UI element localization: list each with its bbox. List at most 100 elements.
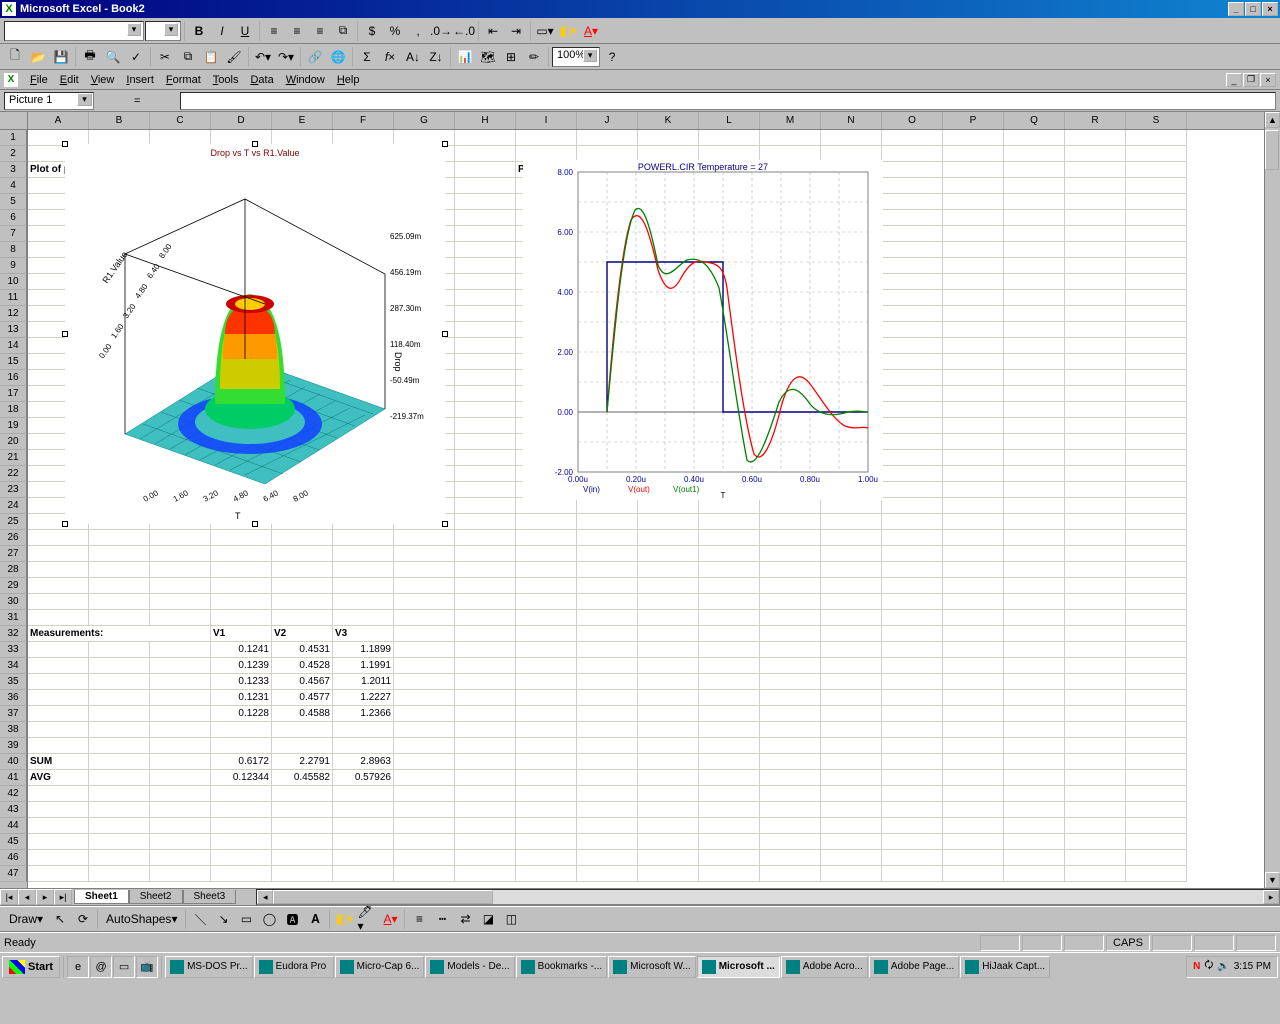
cell-O36[interactable] — [882, 690, 943, 706]
cell-Q37[interactable] — [1004, 706, 1065, 722]
cell-H16[interactable] — [455, 370, 516, 386]
cell-B38[interactable] — [89, 722, 150, 738]
cell-K40[interactable] — [638, 754, 699, 770]
bold-button[interactable]: B — [188, 20, 210, 42]
cell-O47[interactable] — [882, 866, 943, 882]
cell-K45[interactable] — [638, 834, 699, 850]
cell-K29[interactable] — [638, 578, 699, 594]
cell-M35[interactable] — [760, 674, 821, 690]
cell-I34[interactable] — [516, 658, 577, 674]
cell-Q4[interactable] — [1004, 178, 1065, 194]
cell-S22[interactable] — [1126, 466, 1187, 482]
cell-O12[interactable] — [882, 306, 943, 322]
cell-S3[interactable] — [1126, 162, 1187, 178]
cell-R12[interactable] — [1065, 306, 1126, 322]
cell-A40[interactable]: SUM — [28, 754, 89, 770]
cell-Q34[interactable] — [1004, 658, 1065, 674]
cell-M31[interactable] — [760, 610, 821, 626]
cell-E45[interactable] — [272, 834, 333, 850]
cell-S16[interactable] — [1126, 370, 1187, 386]
cell-O2[interactable] — [882, 146, 943, 162]
cell-K27[interactable] — [638, 546, 699, 562]
cell-L36[interactable] — [699, 690, 760, 706]
taskbar-app-0[interactable]: MS-DOS Pr... — [165, 956, 253, 978]
cell-C43[interactable] — [150, 802, 211, 818]
cell-Q32[interactable] — [1004, 626, 1065, 642]
cell-I35[interactable] — [516, 674, 577, 690]
col-header-M[interactable]: M — [760, 112, 821, 129]
cell-N38[interactable] — [821, 722, 882, 738]
cell-M42[interactable] — [760, 786, 821, 802]
cell-Q3[interactable] — [1004, 162, 1065, 178]
cell-R4[interactable] — [1065, 178, 1126, 194]
cell-J43[interactable] — [577, 802, 638, 818]
row-header-22[interactable]: 22 — [0, 466, 27, 482]
spelling-button[interactable]: ✓ — [125, 46, 147, 68]
cell-F33[interactable]: 1.1899 — [333, 642, 394, 658]
cell-I44[interactable] — [516, 818, 577, 834]
cell-P11[interactable] — [943, 290, 1004, 306]
cell-J35[interactable] — [577, 674, 638, 690]
cell-H31[interactable] — [455, 610, 516, 626]
web-toolbar-button[interactable]: 🌐 — [327, 46, 349, 68]
cell-S19[interactable] — [1126, 418, 1187, 434]
cell-C40[interactable] — [150, 754, 211, 770]
cell-Q46[interactable] — [1004, 850, 1065, 866]
cell-D32[interactable]: V1 — [211, 626, 272, 642]
cell-H18[interactable] — [455, 402, 516, 418]
cell-O7[interactable] — [882, 226, 943, 242]
cell-R20[interactable] — [1065, 434, 1126, 450]
cell-L39[interactable] — [699, 738, 760, 754]
cell-O15[interactable] — [882, 354, 943, 370]
cell-O6[interactable] — [882, 210, 943, 226]
cell-H3[interactable] — [455, 162, 516, 178]
cell-H35[interactable] — [455, 674, 516, 690]
cell-P46[interactable] — [943, 850, 1004, 866]
cell-P2[interactable] — [943, 146, 1004, 162]
cell-C30[interactable] — [150, 594, 211, 610]
cell-N31[interactable] — [821, 610, 882, 626]
cell-L34[interactable] — [699, 658, 760, 674]
cell-D47[interactable] — [211, 866, 272, 882]
cell-Q29[interactable] — [1004, 578, 1065, 594]
cell-D42[interactable] — [211, 786, 272, 802]
cell-H5[interactable] — [455, 194, 516, 210]
row-header-47[interactable]: 47 — [0, 866, 27, 882]
cell-E26[interactable] — [272, 530, 333, 546]
cell-H30[interactable] — [455, 594, 516, 610]
cell-J42[interactable] — [577, 786, 638, 802]
cell-H2[interactable] — [455, 146, 516, 162]
row-header-9[interactable]: 9 — [0, 258, 27, 274]
cell-H21[interactable] — [455, 450, 516, 466]
col-header-Q[interactable]: Q — [1004, 112, 1065, 129]
col-header-J[interactable]: J — [577, 112, 638, 129]
cell-H17[interactable] — [455, 386, 516, 402]
cell-I37[interactable] — [516, 706, 577, 722]
cell-J38[interactable] — [577, 722, 638, 738]
cell-J26[interactable] — [577, 530, 638, 546]
row-header-15[interactable]: 15 — [0, 354, 27, 370]
cell-N43[interactable] — [821, 802, 882, 818]
cell-B34[interactable] — [89, 658, 150, 674]
cell-R15[interactable] — [1065, 354, 1126, 370]
cell-P18[interactable] — [943, 402, 1004, 418]
cell-D35[interactable]: 0.1233 — [211, 674, 272, 690]
cell-C28[interactable] — [150, 562, 211, 578]
oval-button[interactable]: ◯ — [258, 908, 280, 930]
col-header-A[interactable]: A — [28, 112, 89, 129]
cell-S9[interactable] — [1126, 258, 1187, 274]
cell-J39[interactable] — [577, 738, 638, 754]
row-header-10[interactable]: 10 — [0, 274, 27, 290]
cell-E40[interactable]: 2.2791 — [272, 754, 333, 770]
cell-P34[interactable] — [943, 658, 1004, 674]
cell-L28[interactable] — [699, 562, 760, 578]
cell-A45[interactable] — [28, 834, 89, 850]
cell-N40[interactable] — [821, 754, 882, 770]
cell-E31[interactable] — [272, 610, 333, 626]
cell-H19[interactable] — [455, 418, 516, 434]
cell-Q42[interactable] — [1004, 786, 1065, 802]
autoshapes-menu[interactable]: AutoShapes ▾ — [101, 908, 182, 930]
cell-P42[interactable] — [943, 786, 1004, 802]
format-painter-button[interactable]: 🖌 — [223, 46, 245, 68]
cell-B31[interactable] — [89, 610, 150, 626]
